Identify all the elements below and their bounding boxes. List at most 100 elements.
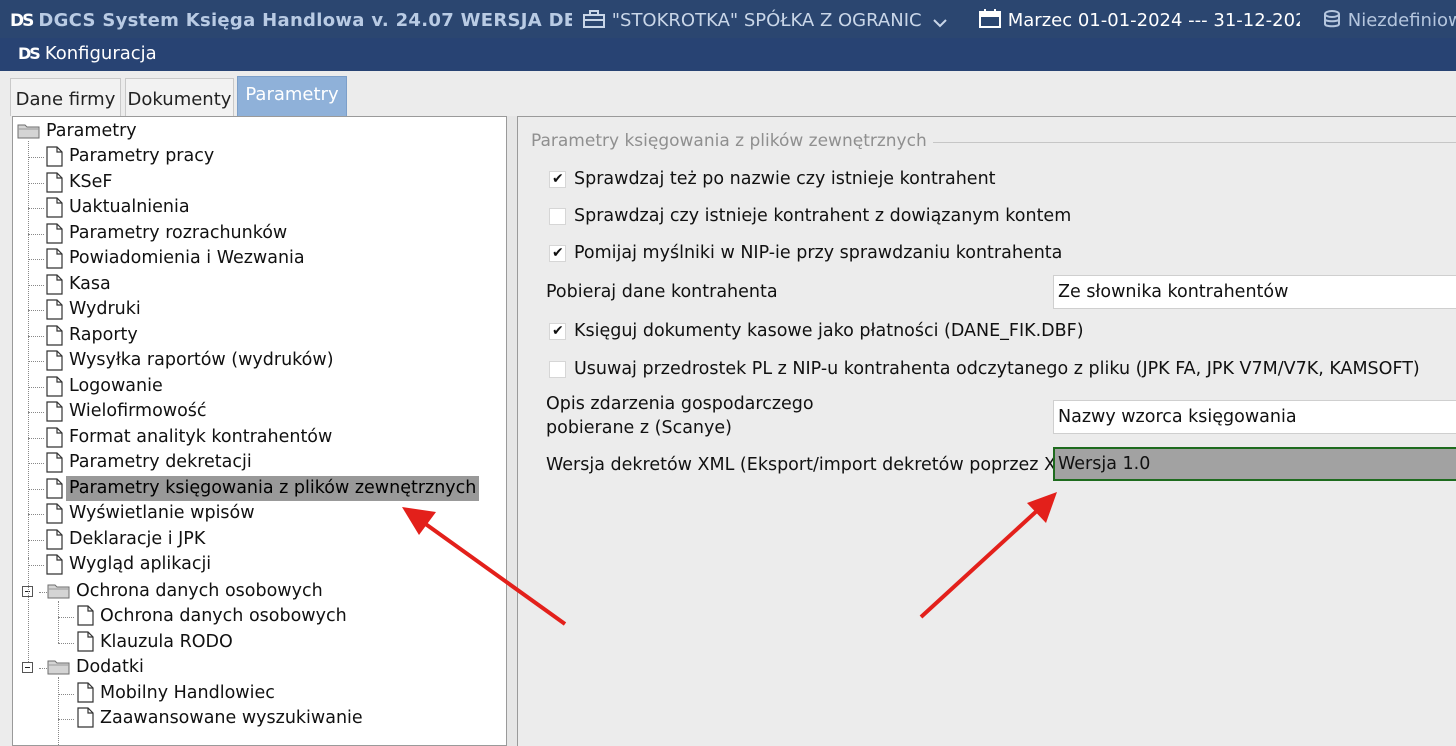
document-icon — [46, 452, 63, 473]
document-icon — [77, 631, 94, 652]
tree-item-label: Deklaracje i JPK — [69, 528, 206, 549]
tree-item-2[interactable]: Uaktualnienia — [66, 195, 193, 220]
document-icon — [77, 605, 94, 626]
company-selector[interactable]: "STOKROTKA" SPÓŁKA Z OGRANICZONĄ — [582, 0, 922, 38]
tree-connector — [58, 694, 74, 695]
tree-connector — [28, 488, 44, 490]
tree-connector — [28, 437, 44, 439]
tree-item-klauzula-rodo[interactable]: Klauzula RODO — [97, 630, 236, 655]
event-description-label-line2: pobierane z (Scanye) — [546, 418, 732, 438]
tree-connector — [28, 259, 44, 260]
checkbox-check-linked-account[interactable] — [549, 208, 566, 225]
app-name-text: DGCS System Księga Handlowa v. 24.07 WER… — [38, 10, 572, 31]
app-logo-icon: DS — [10, 11, 34, 31]
tree-root-label: Parametry — [46, 121, 137, 141]
tree-connector — [28, 463, 44, 464]
tree-item-0[interactable]: Parametry pracy — [66, 144, 217, 169]
tree-item-zaawansowane-wyszukiwanie[interactable]: Zaawansowane wyszukiwanie — [97, 706, 366, 731]
tree-connector — [28, 558, 29, 668]
company-chevron-down-icon[interactable] — [932, 0, 952, 38]
tree-item-label: Parametry dekretacji — [69, 452, 252, 472]
folder-open-icon — [47, 584, 70, 599]
document-icon — [46, 248, 63, 269]
tree-item-label: Parametry pracy — [69, 146, 215, 166]
tree-connector — [28, 208, 44, 209]
checkbox-label: Sprawdzaj czy istnieje kontrahent z dowi… — [574, 206, 1072, 226]
tree-item-label: KSeF — [69, 171, 113, 192]
database-icon — [1324, 10, 1340, 28]
document-icon — [46, 324, 63, 346]
collapse-icon[interactable] — [22, 662, 33, 673]
tree-item-6[interactable]: Wydruki — [66, 297, 144, 322]
period-selector[interactable]: Marzec 01-01-2024 --- 31-12-2024 — [978, 0, 1300, 38]
xml-version-label: Wersja dekretów XML (Eksport/import dekr… — [546, 455, 1088, 475]
document-icon — [46, 197, 63, 218]
tree-item-mobilny-handlowiec[interactable]: Mobilny Handlowiec — [97, 681, 278, 706]
checkbox-label: Księguj dokumenty kasowe jako płatności … — [574, 321, 1084, 341]
tree-item-14[interactable]: Wyświetlanie wpisów — [66, 501, 258, 526]
tree-item-label: Wyświetlanie wpisów — [69, 503, 255, 523]
checkbox-cash-documents[interactable]: ✔ — [549, 323, 566, 340]
tree-item-label: Powiadomienia i Wezwania — [69, 248, 305, 268]
tab-dane-firmy[interactable]: Dane firmy — [10, 78, 121, 116]
tree-item-11[interactable]: Format analityk kontrahentów — [66, 425, 335, 450]
tree-item-label: Klauzula RODO — [100, 632, 233, 652]
document-icon — [46, 146, 63, 167]
tree-item-label: Wysyłka raportów (wydruków) — [69, 350, 334, 370]
folder-open-icon — [17, 124, 40, 139]
tree-item-label: Raporty — [69, 324, 138, 345]
tree-item-4[interactable]: Powiadomienia i Wezwania — [66, 246, 308, 271]
tree-connector — [58, 617, 74, 618]
tree-connector — [58, 719, 74, 720]
panel-splitter[interactable] — [507, 116, 517, 746]
user-selector[interactable]: Niezdefiniowany — [1322, 0, 1456, 38]
tree-item-9[interactable]: Logowanie — [66, 374, 166, 399]
checkbox-check-by-name[interactable]: ✔ — [549, 171, 566, 188]
fetch-contractor-label: Pobieraj dane kontrahenta — [546, 282, 778, 302]
tree-item-label: Mobilny Handlowiec — [100, 683, 275, 703]
tab-dokumenty[interactable]: Dokumenty — [125, 78, 234, 116]
tree-connector — [28, 514, 44, 515]
tree-item-8[interactable]: Wysyłka raportów (wydruków) — [66, 348, 337, 373]
settings-tree[interactable]: Parametry Parametry pracy KSeF Uaktualnien… — [12, 116, 507, 746]
tree-item-5[interactable]: Kasa — [66, 272, 114, 297]
tree-item-16[interactable]: Wygląd aplikacji — [66, 552, 214, 577]
tree-item-7[interactable]: Raporty — [66, 323, 141, 348]
checkbox-remove-pl-prefix[interactable] — [549, 361, 566, 378]
document-icon — [46, 554, 63, 575]
fetch-contractor-select[interactable]: Ze słownika kontrahentów — [1053, 275, 1456, 309]
checkbox-skip-dashes[interactable]: ✔ — [549, 245, 566, 262]
xml-version-select[interactable]: Wersja 1.0 — [1053, 447, 1456, 481]
document-icon — [46, 299, 63, 320]
tree-item-ochrona-danych[interactable]: Ochrona danych osobowych — [97, 604, 350, 629]
tab-parametry[interactable]: Parametry — [237, 76, 347, 116]
tree-connector — [28, 233, 44, 235]
tree-connector — [28, 361, 44, 362]
tree-connector — [39, 592, 47, 593]
document-icon — [46, 222, 63, 244]
tree-item-1[interactable]: KSeF — [66, 170, 115, 195]
tree-root-parametry[interactable]: Parametry — [43, 119, 140, 144]
event-description-label: Opis zdarzenia gospodarczego pobierane z… — [546, 392, 814, 440]
tree-connector — [28, 335, 44, 337]
tree-item-3[interactable]: Parametry rozrachunków — [66, 221, 290, 246]
tree-item-10[interactable]: Wielofirmowość — [66, 399, 210, 424]
tree-folder-dodatki[interactable]: Dodatki — [73, 655, 147, 680]
user-text: Niezdefiniowany — [1347, 10, 1456, 31]
tree-item-13[interactable]: Parametry księgowania z plików zewnętrzn… — [66, 475, 480, 501]
event-description-select[interactable]: Nazwy wzorca księgowania — [1053, 400, 1456, 434]
group-title: Parametry księgowania z plików zewnętrzn… — [531, 131, 933, 151]
tree-folder-ochrona[interactable]: Ochrona danych osobowych — [73, 579, 326, 604]
document-icon — [46, 477, 63, 499]
tree-item-12[interactable]: Parametry dekretacji — [66, 450, 255, 475]
tree-connector — [58, 677, 59, 745]
tree-connector — [28, 310, 44, 311]
window-logo-icon: DS — [18, 44, 41, 63]
tree-connector — [28, 412, 44, 413]
calendar-icon — [979, 9, 1001, 28]
tree-item-15[interactable]: Deklaracje i JPK — [66, 527, 208, 552]
tree-item-label: Zaawansowane wyszukiwanie — [100, 708, 363, 728]
tree-item-label: Wielofirmowość — [69, 401, 207, 421]
window-title: Konfiguracja — [44, 43, 157, 64]
tree-connector — [39, 668, 47, 669]
